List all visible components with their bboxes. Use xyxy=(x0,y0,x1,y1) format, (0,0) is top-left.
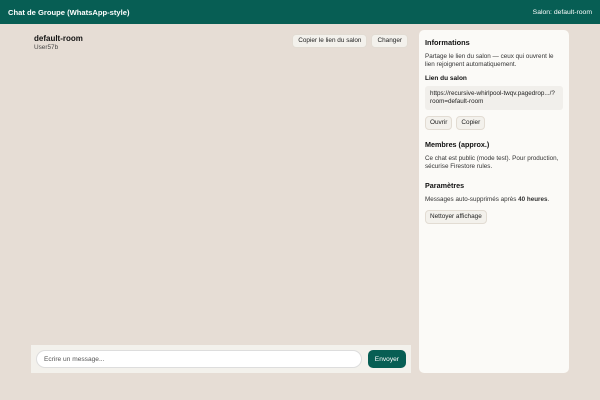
settings-text-before: Messages auto-supprimés après xyxy=(425,196,519,204)
copy-room-link-button[interactable]: Copier le lien du salon xyxy=(292,34,368,49)
auto-delete-duration: 40 heures xyxy=(518,196,548,204)
info-title: Informations xyxy=(425,38,470,47)
members-text: Ce chat est public (mode test). Pour pro… xyxy=(425,155,559,171)
user-name: User57b xyxy=(34,44,59,51)
info-text: Partage le lien du salon — ceux qui ouvr… xyxy=(425,53,554,68)
room-name: default-room xyxy=(34,34,83,43)
room-link-value: https://recursive-whirlpool-twqv.pagedro… xyxy=(425,85,563,111)
change-room-button[interactable]: Changer xyxy=(371,34,408,49)
settings-text-after: . xyxy=(547,196,550,204)
chat-header: default-room User57b Copier le lien du s… xyxy=(31,32,411,53)
top-bar: Chat de Groupe (WhatsApp-style) Salon: d… xyxy=(0,0,600,24)
room-info: default-room User57b xyxy=(34,34,83,51)
current-room-label: Salon: default-room xyxy=(532,8,592,16)
room-link-title: Lien du salon xyxy=(425,74,467,82)
open-link-button[interactable]: Ouvrir xyxy=(425,116,453,131)
app-title: Chat de Groupe (WhatsApp-style) xyxy=(8,7,130,17)
settings-actions: Nettoyer affichage xyxy=(425,210,563,225)
room-link-actions: Ouvrir Copier xyxy=(425,116,563,131)
message-input[interactable] xyxy=(36,350,362,368)
clear-display-button[interactable]: Nettoyer affichage xyxy=(425,210,487,225)
members-title: Membres (approx.) xyxy=(425,140,490,150)
copy-link-button[interactable]: Copier xyxy=(456,116,486,131)
settings-text: Messages auto-supprimés après 40 heures. xyxy=(425,196,563,204)
chat-header-actions: Copier le lien du salon Changer xyxy=(292,34,408,49)
send-button[interactable]: Envoyer xyxy=(367,350,406,368)
message-composer: Envoyer xyxy=(31,345,411,373)
settings-title: Paramètres xyxy=(425,181,465,191)
chat-area: default-room User57b Copier le lien du s… xyxy=(31,32,411,344)
info-sidebar: Informations Partage le lien du salon — … xyxy=(419,30,569,373)
